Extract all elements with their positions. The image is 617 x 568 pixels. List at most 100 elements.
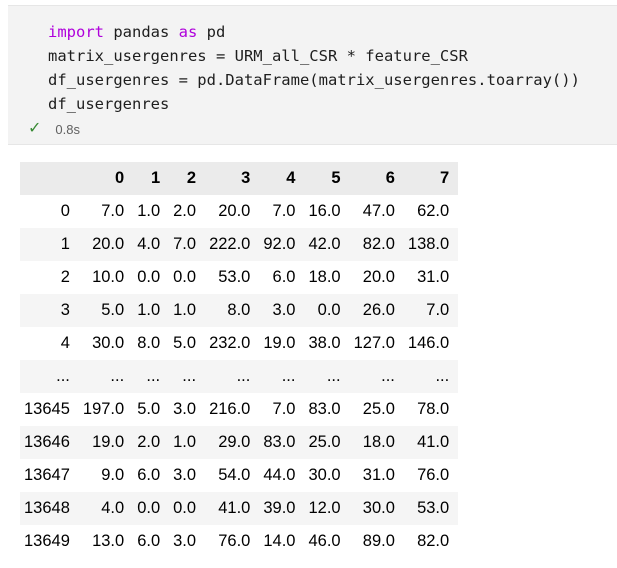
- table-cell: 138.0: [403, 228, 459, 261]
- table-cell: 89.0: [349, 525, 404, 558]
- table-cell: ...: [259, 360, 305, 393]
- table-cell: 42.0: [304, 228, 350, 261]
- table-cell: 0.0: [133, 492, 170, 525]
- table-cell: 20.0: [78, 228, 134, 261]
- table-cell: 19.0: [78, 426, 134, 459]
- row-index: 13648: [20, 492, 79, 525]
- table-cell: ...: [304, 360, 350, 393]
- table-cell: ...: [403, 360, 459, 393]
- table-cell: 5.0: [133, 393, 170, 426]
- table-row: 13649 13.0 6.0 3.0 76.0 14.0 46.0 89.0 82.0: [20, 525, 459, 558]
- table-cell: ...: [349, 360, 404, 393]
- table-cell: 30.0: [349, 492, 404, 525]
- table-cell: 92.0: [259, 228, 305, 261]
- table-row: 13645 197.0 5.0 3.0 216.0 7.0 83.0 25.0 78.0: [20, 393, 459, 426]
- table-row: 0 7.0 1.0 2.0 20.0 7.0 16.0 47.0 62.0: [20, 195, 459, 228]
- row-index: 2: [20, 261, 79, 294]
- table-cell: 216.0: [205, 393, 260, 426]
- table-cell: 18.0: [304, 261, 350, 294]
- table-cell: 26.0: [349, 294, 404, 327]
- table-row: 4 30.0 8.0 5.0 232.0 19.0 38.0 127.0 146.0: [20, 327, 459, 360]
- table-cell: 197.0: [78, 393, 134, 426]
- table-cell: 222.0: [205, 228, 260, 261]
- table-cell: 82.0: [349, 228, 404, 261]
- code-keyword: import: [48, 23, 104, 41]
- table-cell: 8.0: [133, 327, 170, 360]
- table-row: 2 10.0 0.0 0.0 53.0 6.0 18.0 20.0 31.0: [20, 261, 459, 294]
- table-cell: 0.0: [169, 261, 206, 294]
- column-header: 0: [78, 162, 134, 195]
- table-cell: 82.0: [403, 525, 459, 558]
- row-index: 13646: [20, 426, 79, 459]
- table-cell: 25.0: [349, 393, 404, 426]
- table-cell: 41.0: [403, 426, 459, 459]
- table-cell: 16.0: [304, 195, 350, 228]
- table-cell: 54.0: [205, 459, 260, 492]
- table-cell: 25.0: [304, 426, 350, 459]
- code-token: pandas: [104, 23, 179, 41]
- row-index: 3: [20, 294, 79, 327]
- code-line: import pandas as pd: [48, 20, 580, 44]
- table-cell: 2.0: [133, 426, 170, 459]
- table-cell: 30.0: [304, 459, 350, 492]
- table-cell: 46.0: [304, 525, 350, 558]
- table-cell: 232.0: [205, 327, 260, 360]
- table-cell: 1.0: [169, 426, 206, 459]
- table-cell: 30.0: [78, 327, 134, 360]
- table-cell: 62.0: [403, 195, 459, 228]
- table-cell: 12.0: [304, 492, 350, 525]
- table-row: 3 5.0 1.0 1.0 8.0 3.0 0.0 26.0 7.0: [20, 294, 459, 327]
- table-cell: 13.0: [78, 525, 134, 558]
- column-header: 4: [259, 162, 305, 195]
- row-index: 1: [20, 228, 79, 261]
- table-cell: 41.0: [205, 492, 260, 525]
- table-cell: 5.0: [78, 294, 134, 327]
- table-body: 0 7.0 1.0 2.0 20.0 7.0 16.0 47.0 62.0 1 20.0 4.0 7.0…: [20, 195, 459, 558]
- code-editor[interactable]: import pandas as pd matrix_usergenres = U…: [48, 20, 580, 116]
- index-header: [20, 162, 79, 195]
- table-row: 1 20.0 4.0 7.0 222.0 92.0 42.0 82.0 138.0: [20, 228, 459, 261]
- table-header-row: 01234567: [20, 162, 459, 195]
- code-keyword: as: [178, 23, 198, 41]
- table-row: 13646 19.0 2.0 1.0 29.0 83.0 25.0 18.0 41.0: [20, 426, 459, 459]
- table-row: ...........................: [20, 360, 459, 393]
- table-cell: 3.0: [169, 525, 206, 558]
- table-cell: 1.0: [133, 195, 170, 228]
- table-cell: ...: [169, 360, 206, 393]
- table-cell: 3.0: [169, 393, 206, 426]
- table-cell: 127.0: [349, 327, 404, 360]
- table-cell: 39.0: [259, 492, 305, 525]
- table-cell: 146.0: [403, 327, 459, 360]
- table-cell: 53.0: [205, 261, 260, 294]
- table-cell: 76.0: [403, 459, 459, 492]
- code-token: pd: [197, 23, 226, 41]
- row-index: 13645: [20, 393, 79, 426]
- table-cell: 7.0: [403, 294, 459, 327]
- code-token: df_usergenres = pd.DataFrame(matrix_user…: [48, 71, 580, 89]
- table-cell: 20.0: [205, 195, 260, 228]
- table-cell: 20.0: [349, 261, 404, 294]
- code-line: df_usergenres: [48, 92, 580, 116]
- row-index: 13649: [20, 525, 79, 558]
- table-cell: 7.0: [169, 228, 206, 261]
- table-cell: 31.0: [349, 459, 404, 492]
- table-cell: 14.0: [259, 525, 305, 558]
- table-cell: 53.0: [403, 492, 459, 525]
- table-cell: 6.0: [133, 525, 170, 558]
- table-cell: ...: [78, 360, 134, 393]
- table-row: 13648 4.0 0.0 0.0 41.0 39.0 12.0 30.0 53.0: [20, 492, 459, 525]
- table-cell: 1.0: [169, 294, 206, 327]
- code-line: df_usergenres = pd.DataFrame(matrix_user…: [48, 68, 580, 92]
- table-cell: 10.0: [78, 261, 134, 294]
- table-cell: 1.0: [133, 294, 170, 327]
- check-icon: ✓: [28, 120, 42, 137]
- table-cell: 5.0: [169, 327, 206, 360]
- row-index: 4: [20, 327, 79, 360]
- table-row: 13647 9.0 6.0 3.0 54.0 44.0 30.0 31.0 76.0: [20, 459, 459, 492]
- cell-output: 01234567 0 7.0 1.0 2.0 20.0 7.0 16.0 47.0 62.0 1 2…: [20, 162, 459, 558]
- table-cell: 8.0: [205, 294, 260, 327]
- table-cell: 31.0: [403, 261, 459, 294]
- code-cell[interactable]: import pandas as pd matrix_usergenres = U…: [8, 5, 617, 145]
- table-cell: 83.0: [304, 393, 350, 426]
- table-cell: 6.0: [259, 261, 305, 294]
